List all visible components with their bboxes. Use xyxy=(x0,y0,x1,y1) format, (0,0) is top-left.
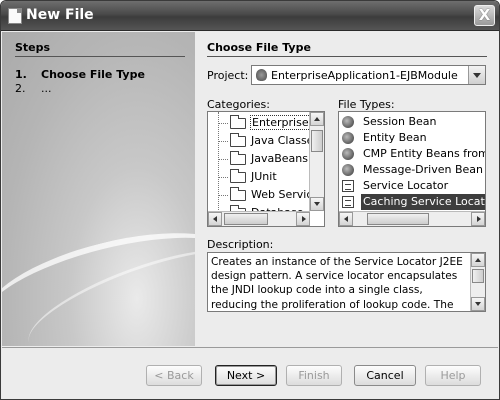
scroll-left-icon[interactable] xyxy=(208,212,222,226)
finish-button[interactable]: Finish xyxy=(286,365,342,386)
steps-heading: Steps xyxy=(15,41,51,54)
description-label: Description: xyxy=(207,238,274,251)
scroll-up-icon[interactable] xyxy=(471,253,485,267)
list-item-session-bean[interactable]: Session Bean xyxy=(339,114,485,130)
list-item-icon-wrap xyxy=(339,194,361,210)
step-label: Choose File Type xyxy=(41,68,145,81)
title-bar[interactable]: New File X xyxy=(1,1,499,31)
close-button[interactable]: X xyxy=(474,5,495,26)
bean-icon xyxy=(342,164,354,176)
description-text: Creates an instance of the Service Locat… xyxy=(211,256,463,311)
next-button[interactable]: Next > xyxy=(215,365,277,386)
close-icon: X xyxy=(478,6,491,24)
scrollbar-thumb[interactable] xyxy=(367,213,429,225)
tree-item-junit[interactable]: JUnit xyxy=(208,169,324,185)
tree-item-label: JUnit xyxy=(251,170,277,183)
step-number: 2. xyxy=(15,82,26,95)
bean-icon xyxy=(342,132,354,144)
file-types-list[interactable]: Session Bean Entity Bean CMP Entity Bean… xyxy=(338,111,486,227)
tree-connector xyxy=(218,123,228,124)
tree-item-label: Enterprise xyxy=(250,115,311,130)
categories-tree[interactable]: Enterprise Java Classes JavaBeans Object… xyxy=(207,111,325,227)
tree-item-javabeans[interactable]: JavaBeans Objects xyxy=(208,151,324,167)
description-vertical-scrollbar[interactable] xyxy=(470,253,485,311)
step-item-1: 1. Choose File Type xyxy=(15,68,145,81)
categories-vertical-scrollbar[interactable] xyxy=(309,112,324,211)
project-label: Project: xyxy=(207,69,249,82)
tree-item-java-classes[interactable]: Java Classes xyxy=(208,133,324,149)
scroll-down-icon[interactable] xyxy=(471,297,485,311)
tree-connector xyxy=(218,195,228,196)
list-item-entity-bean[interactable]: Entity Bean xyxy=(339,130,485,146)
project-icon xyxy=(256,69,267,81)
description-area[interactable]: Creates an instance of the Service Locat… xyxy=(207,252,486,312)
new-file-dialog: New File X Steps 1. Choose File Type 2...… xyxy=(0,0,500,400)
divider xyxy=(15,56,185,57)
folder-icon xyxy=(230,169,246,183)
categories-horizontal-scrollbar[interactable] xyxy=(208,211,310,226)
step-label: ... xyxy=(41,82,52,95)
folder-icon xyxy=(230,187,246,201)
document-icon xyxy=(342,180,354,192)
back-button[interactable]: < Back xyxy=(146,365,202,386)
scroll-right-icon[interactable] xyxy=(296,212,310,226)
tree-item-enterprise[interactable]: Enterprise xyxy=(208,115,324,131)
tree-connector xyxy=(218,159,228,160)
list-item-label: Message-Driven Bean xyxy=(363,163,484,176)
scroll-right-icon[interactable] xyxy=(471,212,485,226)
page-title: Choose File Type xyxy=(207,41,311,54)
list-item-label: Service Locator xyxy=(363,179,449,192)
folder-icon xyxy=(230,115,246,129)
bean-icon xyxy=(342,116,354,128)
scrollbar-thumb[interactable] xyxy=(224,213,268,225)
project-select[interactable]: EnterpriseApplication1-EJBModule xyxy=(251,65,486,85)
divider xyxy=(207,56,487,57)
window-title: New File xyxy=(26,7,94,23)
project-value: EnterpriseApplication1-EJBModule xyxy=(271,69,458,82)
list-item-cmp-entity-beans[interactable]: CMP Entity Beans from Database xyxy=(339,146,485,162)
scrollbar-thumb[interactable] xyxy=(472,269,484,283)
scrollbar-thumb[interactable] xyxy=(311,130,323,152)
chevron-down-icon[interactable] xyxy=(468,66,485,84)
document-icon xyxy=(342,196,354,208)
tree-item-web-services[interactable]: Web Services xyxy=(208,187,324,203)
list-item-service-locator[interactable]: Service Locator xyxy=(339,178,485,194)
folder-icon xyxy=(230,151,246,165)
new-file-icon xyxy=(8,8,22,24)
folder-icon xyxy=(230,133,246,147)
list-item-caching-service-locator[interactable]: Caching Service Locator xyxy=(361,194,486,210)
step-number: 1. xyxy=(15,68,27,81)
help-button[interactable]: Help xyxy=(425,365,481,386)
scroll-down-icon[interactable] xyxy=(310,197,324,211)
tree-connector xyxy=(218,177,228,178)
file-types-horizontal-scrollbar[interactable] xyxy=(339,211,485,226)
steps-panel: Steps 1. Choose File Type 2.... xyxy=(2,32,195,346)
bean-icon xyxy=(342,148,354,160)
list-item-label: Caching Service Locator xyxy=(363,195,486,208)
step-item-2: 2.... xyxy=(15,82,52,95)
tree-connector xyxy=(218,141,228,142)
cancel-button[interactable]: Cancel xyxy=(354,365,416,386)
scroll-left-icon[interactable] xyxy=(339,212,353,226)
categories-label: Categories: xyxy=(207,98,270,111)
file-types-label: File Types: xyxy=(338,98,395,111)
divider xyxy=(2,347,498,348)
list-item-label: Entity Bean xyxy=(363,131,427,144)
list-item-label: CMP Entity Beans from Database xyxy=(363,147,485,160)
scroll-up-icon[interactable] xyxy=(310,112,324,126)
list-item-message-driven-bean[interactable]: Message-Driven Bean xyxy=(339,162,485,178)
list-item-label: Session Bean xyxy=(363,115,437,128)
